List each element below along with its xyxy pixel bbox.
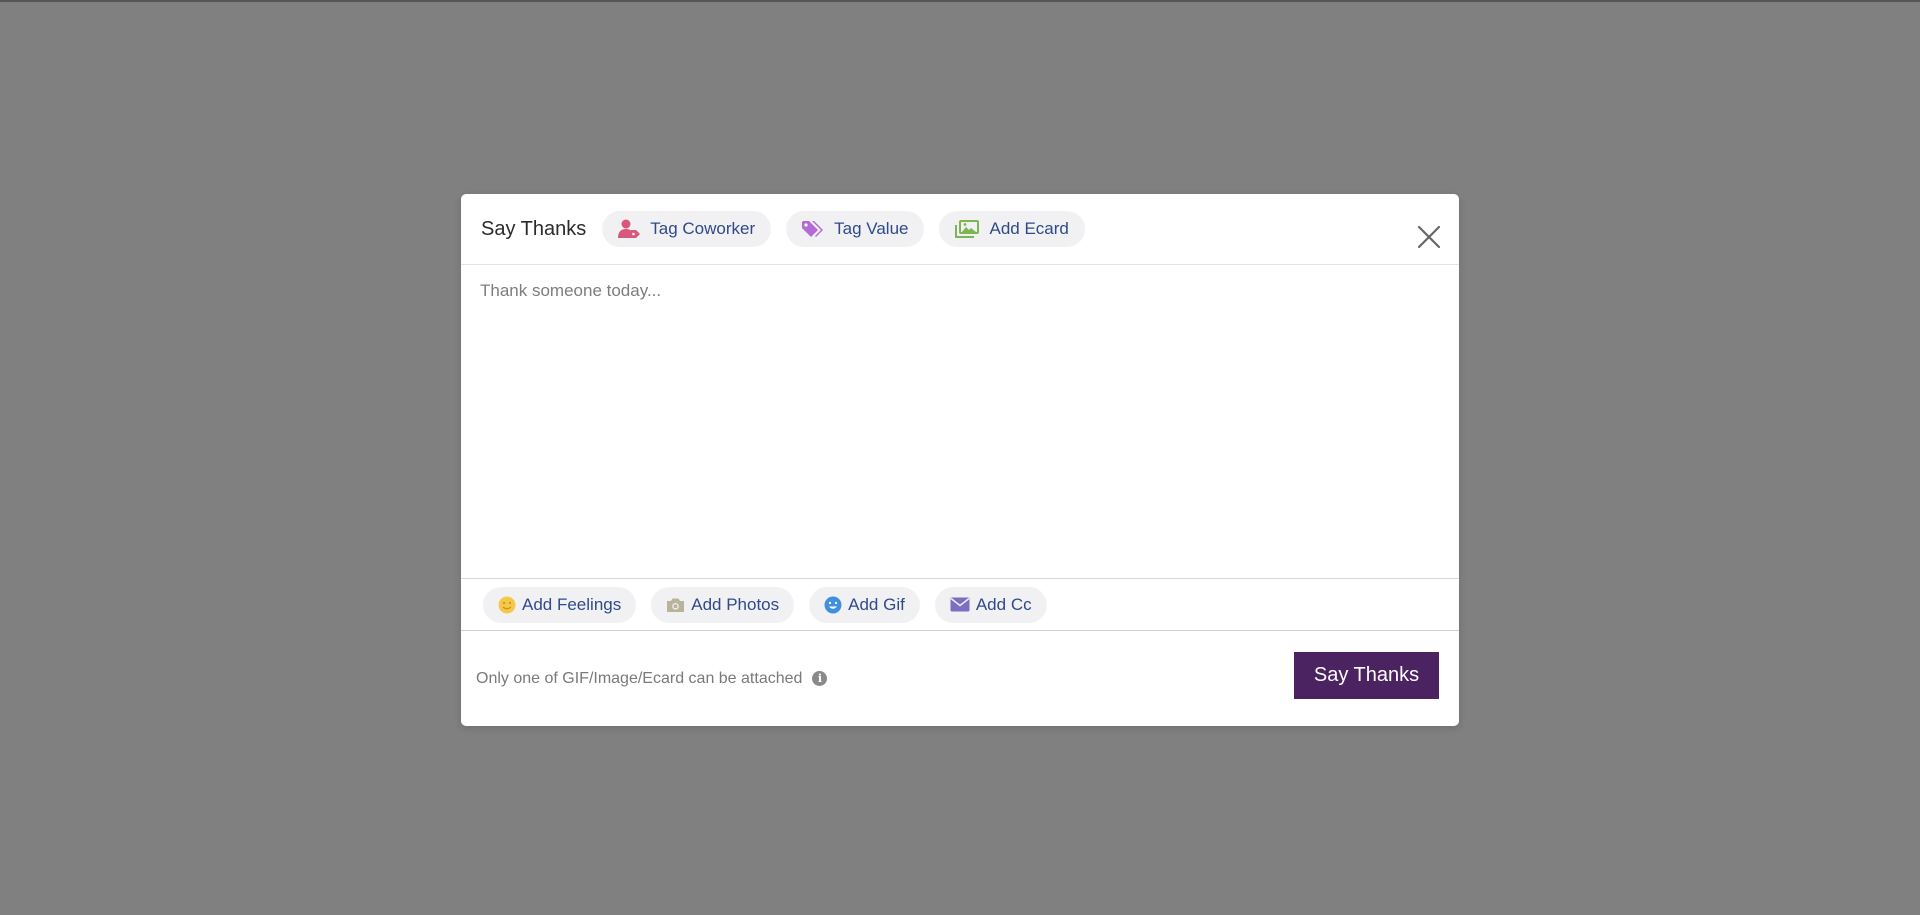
tag-value-button[interactable]: Tag Value [786, 211, 925, 247]
user-tag-icon [618, 219, 641, 239]
tag-icon [802, 220, 824, 238]
add-cc-label: Add Cc [975, 594, 1032, 614]
say-thanks-modal: Say Thanks Tag Coworker Tag Value Add Ec… [461, 194, 1459, 726]
add-ecard-label: Add Ecard [989, 219, 1069, 238]
add-feelings-label: Add Feelings [522, 594, 622, 614]
tag-coworker-button[interactable]: Tag Coworker [602, 211, 772, 247]
images-icon [955, 220, 980, 238]
top-border [0, 0, 1920, 2]
close-icon[interactable] [1417, 225, 1441, 249]
gif-smiley-icon [824, 596, 842, 614]
envelope-icon [950, 597, 970, 612]
message-input[interactable] [461, 265, 1459, 578]
attachment-note: Only one of GIF/Image/Ecard can be attac… [476, 669, 803, 687]
add-feelings-button[interactable]: Add Feelings [483, 586, 637, 623]
tag-coworker-label: Tag Coworker [650, 219, 756, 238]
modal-title: Say Thanks [481, 217, 587, 240]
tag-value-label: Tag Value [834, 219, 909, 238]
smiley-icon [498, 596, 516, 614]
add-cc-button[interactable]: Add Cc [934, 586, 1047, 623]
modal-header: Say Thanks Tag Coworker Tag Value Add Ec… [461, 194, 1459, 265]
camera-icon [666, 597, 685, 613]
add-gif-button[interactable]: Add Gif [809, 586, 920, 623]
add-ecard-button[interactable]: Add Ecard [939, 211, 1085, 247]
add-photos-button[interactable]: Add Photos [651, 586, 795, 623]
add-gif-label: Add Gif [848, 594, 905, 614]
modal-footer: Only one of GIF/Image/Ecard can be attac… [461, 631, 1459, 726]
say-thanks-submit-button[interactable]: Say Thanks [1294, 652, 1439, 699]
info-icon[interactable]: i [812, 671, 828, 686]
add-photos-label: Add Photos [691, 594, 780, 614]
attachment-toolbar: Add Feelings Add Photos Add Gif Add Cc [461, 578, 1459, 631]
